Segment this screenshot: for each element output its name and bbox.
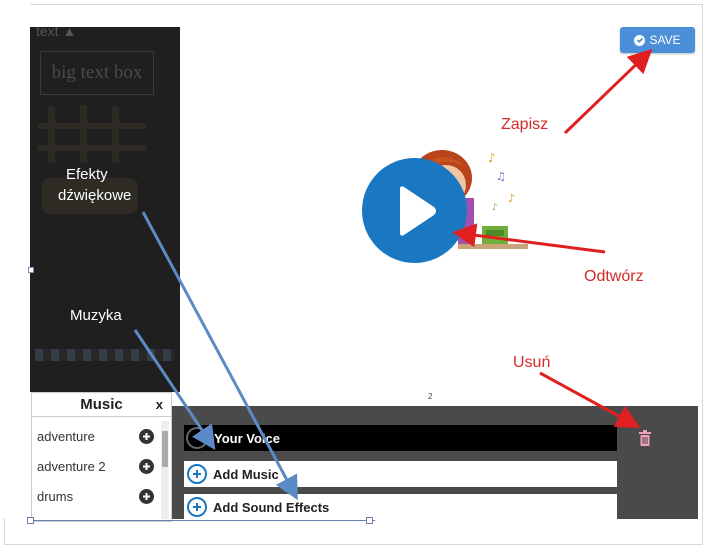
record-ring-icon[interactable] [186, 427, 208, 449]
check-circle-icon [634, 34, 646, 46]
your-voice-label: Your Voice [214, 430, 280, 446]
plus-circle-icon [187, 497, 207, 517]
caret-up-icon: ▲ [62, 27, 77, 39]
sidebar-header-label: text [36, 27, 59, 39]
music-item-label: adventure 2 [37, 458, 106, 474]
music-list-item[interactable]: adventure [32, 421, 160, 451]
music-item-label: adventure [37, 428, 95, 444]
music-list-scrollbar[interactable] [161, 421, 169, 519]
add-music-button[interactable]: Add Music [184, 461, 617, 487]
annotation-play: Odtwórz [584, 268, 644, 285]
plus-circle-icon [187, 464, 207, 484]
music-notes-asset[interactable] [35, 349, 175, 361]
left-margin [0, 0, 30, 518]
add-sound-effects-button[interactable]: Add Sound Effects [184, 494, 617, 520]
svg-text:♪: ♪ [488, 151, 496, 165]
trash-icon[interactable] [638, 430, 652, 446]
scrollbar-thumb[interactable] [162, 431, 168, 467]
annotation-save: Zapisz [501, 116, 549, 133]
close-icon[interactable]: x [156, 397, 163, 412]
add-music-label: Add Music [213, 466, 279, 482]
sidebar-header[interactable]: text ▲ [30, 27, 180, 41]
music-panel: Music x adventure adventure 2 drums [31, 392, 172, 522]
plus-circle-icon[interactable] [139, 458, 154, 474]
save-button-label: SAVE [649, 33, 681, 47]
save-button[interactable]: SAVE [620, 27, 695, 53]
music-panel-title: Music [80, 396, 123, 413]
selection-handle[interactable] [27, 517, 34, 524]
audio-panel: Your Voice Add Music Add Sound Effects [172, 406, 698, 520]
music-item-label: drums [37, 488, 74, 504]
add-sound-effects-label: Add Sound Effects [213, 499, 330, 515]
selection-border [30, 520, 375, 521]
asset-sidebar: text ▲ big text box [30, 27, 180, 392]
page-number: 2 [428, 392, 433, 401]
play-button[interactable] [362, 158, 467, 263]
svg-text:♫: ♫ [496, 170, 506, 183]
big-text-box-asset[interactable]: big text box [40, 51, 154, 95]
svg-text:♪: ♪ [508, 192, 515, 205]
plus-circle-icon[interactable] [139, 488, 154, 504]
your-voice-row[interactable]: Your Voice [184, 425, 617, 451]
music-list-item[interactable]: adventure 2 [32, 451, 160, 481]
annotation-music: Muzyka [70, 307, 122, 324]
music-list-item[interactable]: drums [32, 481, 160, 511]
svg-text:♪: ♪ [492, 203, 498, 213]
canvas-handle[interactable] [28, 267, 34, 273]
annotation-sound-effects: Efekty dźwiękowe [58, 164, 131, 206]
play-icon [399, 185, 436, 236]
selection-handle[interactable] [366, 517, 373, 524]
annotation-sound-effects-line1: Efekty [66, 166, 108, 183]
music-panel-header: Music x [32, 393, 171, 417]
annotation-sound-effects-line2: dźwiękowe [58, 187, 132, 204]
plus-circle-icon[interactable] [139, 428, 154, 444]
annotation-delete: Usuń [513, 354, 551, 371]
